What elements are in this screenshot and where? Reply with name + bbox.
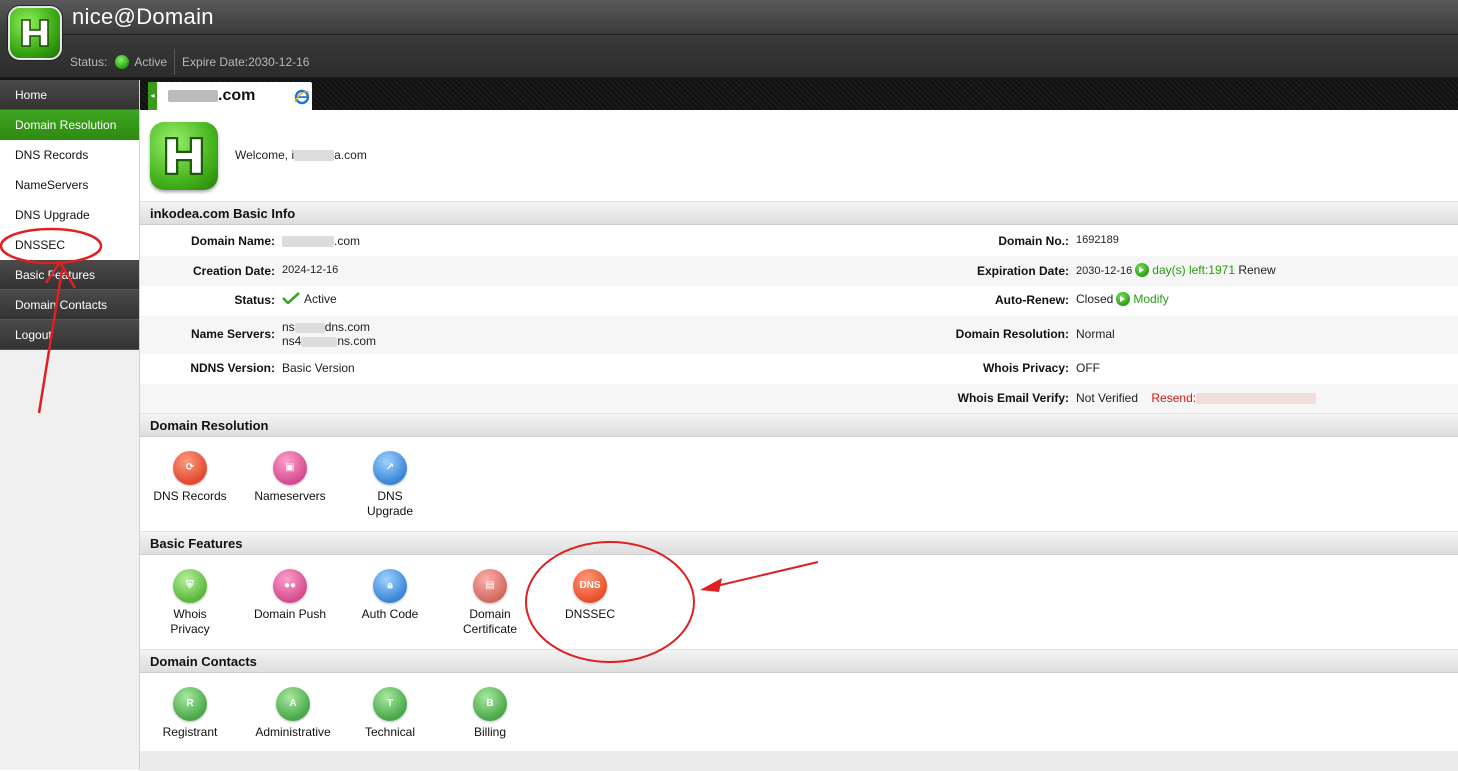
tab-collapse-icon[interactable]: ◂ <box>148 82 157 110</box>
billing-shortcut[interactable]: B Billing <box>440 687 540 739</box>
dns-records-shortcut[interactable]: ⟳ DNS Records <box>140 451 240 503</box>
sidebar-item-dns-records[interactable]: DNS Records <box>0 140 139 170</box>
status-value: Active <box>134 55 168 69</box>
contacts-header: Domain Contacts <box>140 649 1458 673</box>
info-row-6: Whois Email Verify: Not Verified Resend: <box>140 384 1458 414</box>
auto-renew-label: Auto-Renew: <box>995 293 1069 307</box>
whois-privacy-value: OFF <box>1076 361 1100 375</box>
monitor-icon: ▣ <box>273 451 307 485</box>
name-servers-label: Name Servers: <box>190 327 275 341</box>
welcome-logo <box>150 122 218 190</box>
registrant-shortcut[interactable]: R Registrant <box>140 687 240 739</box>
auto-renew-value: Closed Modify <box>1076 292 1169 306</box>
tab-domain[interactable]: ◂ .com <box>148 82 312 110</box>
upgrade-arrow-icon: ↗ <box>373 451 407 485</box>
info-row-5: NDNS Version: Basic Version Whois Privac… <box>140 354 1458 384</box>
lock-icon: 🔒︎ <box>373 569 407 603</box>
sidebar-item-basic-features[interactable]: Basic Features <box>0 260 139 290</box>
ndns-version-label: NDNS Version: <box>190 361 275 375</box>
person-icon: A <box>276 687 310 721</box>
renew-link[interactable]: Renew <box>1238 263 1275 277</box>
users-icon: ●● <box>273 569 307 603</box>
logo <box>8 6 62 60</box>
domain-name-label: Domain Name: <box>190 234 275 248</box>
check-icon <box>282 292 300 304</box>
technical-shortcut[interactable]: T Technical <box>340 687 440 739</box>
refresh-icon: ⟳ <box>173 451 207 485</box>
domain-name-value: .com <box>282 234 360 248</box>
administrative-shortcut[interactable]: A Administrative <box>240 687 346 739</box>
info-row-2: Creation Date: 2024-12-16 Expiration Dat… <box>140 256 1458 286</box>
domain-push-shortcut[interactable]: ●● Domain Push <box>240 569 340 621</box>
days-left-text: day(s) left:1971 <box>1152 263 1235 277</box>
person-icon: B <box>473 687 507 721</box>
ndns-version-value: Basic Version <box>282 361 355 375</box>
dnssec-icon: DNS <box>573 569 607 603</box>
status-dot-icon <box>115 55 130 69</box>
days-left-icon <box>1135 263 1150 277</box>
modify-link[interactable]: Modify <box>1133 292 1168 306</box>
domain-no-label: Domain No.: <box>998 234 1069 248</box>
info-row-3: Status: Active Auto-Renew: Closed Modify <box>140 286 1458 316</box>
creation-date-value: 2024-12-16 <box>282 264 339 276</box>
tab-label: .com <box>168 87 255 105</box>
certificate-icon: ▤ <box>473 569 507 603</box>
dns-upgrade-shortcut[interactable]: ↗ DNS Upgrade <box>340 451 440 519</box>
resend-link[interactable]: Resend: <box>1151 391 1196 405</box>
sidebar-item-logout[interactable]: Logout <box>0 320 139 350</box>
sidebar-item-nameservers[interactable]: NameServers <box>0 170 139 200</box>
domain-no-value: 1692189 <box>1076 234 1119 246</box>
sidebar-item-dnssec[interactable]: DNSSEC <box>0 230 139 260</box>
status-label: Status: <box>234 293 275 307</box>
sidebar-item-home[interactable]: Home <box>0 80 139 110</box>
tab-strip: ◂ .com <box>140 80 1458 110</box>
welcome-text: Welcome, i a.com <box>235 148 367 162</box>
domain-resolution-value: Normal <box>1076 327 1115 341</box>
shield-icon: ⛨ <box>173 569 207 603</box>
sidebar-item-domain-contacts[interactable]: Domain Contacts <box>0 290 139 320</box>
whois-email-label: Whois Email Verify: <box>957 391 1069 405</box>
main-content: Welcome, i a.com inkodea.com Basic Info D… <box>140 110 1458 771</box>
expire-value: 2030-12-16 <box>248 55 310 69</box>
status-label: Status: <box>70 55 108 69</box>
expiration-date-label: Expiration Date: <box>976 264 1069 278</box>
auth-code-shortcut[interactable]: 🔒︎ Auth Code <box>340 569 440 621</box>
nameservers-shortcut[interactable]: ▣ Nameservers <box>240 451 340 503</box>
creation-date-label: Creation Date: <box>192 264 275 278</box>
resolution-header: Domain Resolution <box>140 413 1458 437</box>
info-row-1: Domain Name: .com Domain No.: 1692189 <box>140 226 1458 256</box>
expire-label: Expire Date: <box>182 55 249 69</box>
modify-icon[interactable] <box>1116 292 1131 306</box>
whois-privacy-label: Whois Privacy: <box>982 361 1069 375</box>
dnssec-shortcut[interactable]: DNS DNSSEC <box>540 569 640 621</box>
brand-name: nice@Domain <box>72 4 214 29</box>
whois-privacy-shortcut[interactable]: ⛨ Whois Privacy <box>140 569 240 637</box>
sidebar-item-dns-upgrade[interactable]: DNS Upgrade <box>0 200 139 230</box>
expiration-date-value: 2030-12-16 day(s) left:1971 Renew <box>1076 263 1276 277</box>
domain-resolution-label: Domain Resolution: <box>955 327 1069 341</box>
person-icon: T <box>373 687 407 721</box>
sidebar: Home Domain Resolution DNS Records NameS… <box>0 80 140 770</box>
domain-certificate-shortcut[interactable]: ▤ Domain Certificate <box>440 569 540 637</box>
status-value: Active <box>282 292 337 306</box>
top-bar: nice@Domain Status: Active Expire Date: 2… <box>0 0 1458 78</box>
status-line: Status: Active Expire Date: 2030-12-16 <box>70 49 309 75</box>
browser-icon[interactable] <box>294 89 310 105</box>
features-header: Basic Features <box>140 531 1458 555</box>
basic-info-header: inkodea.com Basic Info <box>140 201 1458 225</box>
person-icon: R <box>173 687 207 721</box>
info-row-4: Name Servers: ns dns.com ns4 ns.com Domain… <box>140 316 1458 354</box>
whois-email-value: Not Verified Resend: <box>1076 391 1317 405</box>
name-servers-value: ns dns.com ns4 ns.com <box>282 320 377 348</box>
sidebar-item-domain-resolution[interactable]: Domain Resolution <box>0 110 139 140</box>
